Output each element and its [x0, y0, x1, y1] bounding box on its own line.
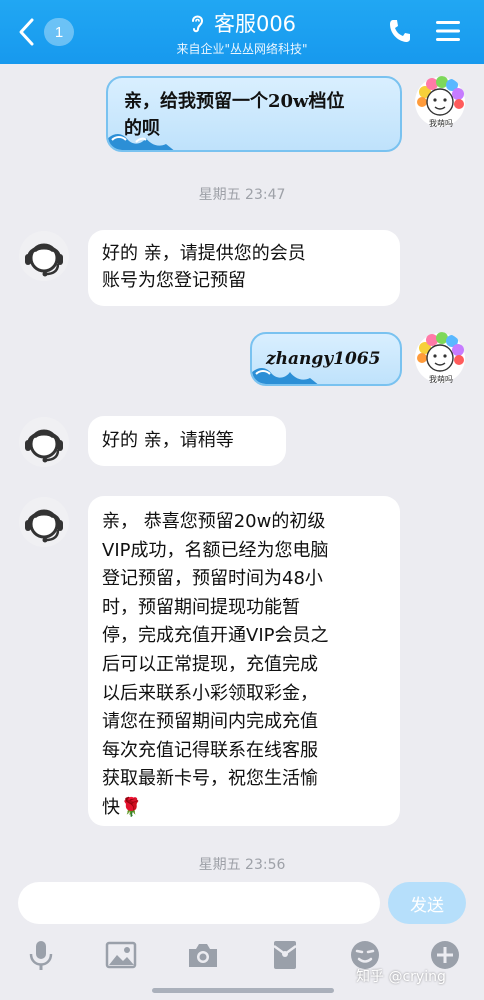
message-text-line: 好的 亲，请提供您的会员	[102, 243, 306, 264]
message-text-line: 后可以正常提现，充值完成	[102, 653, 318, 675]
timestamp: 星期五 23:56	[198, 857, 286, 873]
camera-icon[interactable]	[186, 938, 220, 972]
message-input[interactable]	[18, 882, 380, 924]
ear-icon	[191, 15, 203, 33]
message-bubble-outgoing[interactable]: 亲，给我预留一个20w档位 的呗	[106, 76, 402, 152]
message-text-line: 账号为您登记预留	[102, 270, 246, 291]
message-text-line: 停，完成充值开通VIP会员之	[102, 625, 329, 647]
image-icon[interactable]	[104, 938, 138, 972]
message-text-line: 亲， 恭喜您预留20w的初级	[102, 511, 326, 532]
microphone-icon[interactable]	[24, 938, 58, 972]
menu-icon[interactable]	[436, 20, 460, 42]
agent-avatar[interactable]	[18, 416, 70, 468]
message-text-line: 请您在预留期间内完成充值	[102, 711, 318, 733]
message-bubble-incoming[interactable]: 好的 亲，请提供您的会员 账号为您登记预留	[88, 230, 400, 306]
message-bubble-outgoing[interactable]: zhangy1065	[250, 332, 402, 386]
avatar-caption: 我萌吗	[429, 375, 453, 384]
avatar-caption: 我萌吗	[429, 119, 453, 128]
message-text-line: 获取最新卡号，祝您生活愉	[102, 768, 318, 790]
chat-title: 客服006	[213, 12, 297, 36]
watermark: 知乎 @crying	[356, 969, 446, 985]
red-packet-icon[interactable]	[268, 938, 302, 972]
message-text-line: 好的 亲，请稍等	[102, 430, 234, 451]
chat-header: 1 客服006 来自企业"丛丛网络科技"	[0, 0, 484, 64]
message-text-line: 以后来联系小彩领取彩金，	[102, 682, 318, 704]
message-text-line: 登记预留，预留时间为48小	[102, 568, 323, 590]
agent-avatar[interactable]	[18, 496, 70, 548]
send-button[interactable]: 发送	[388, 882, 466, 924]
message-bubble-incoming[interactable]: 亲， 恭喜您预留20w的初级 VIP成功，名额已经为您电脑 登记预留，预留时间为…	[88, 496, 400, 826]
wave-decoration-icon	[252, 368, 318, 384]
wave-decoration-icon	[108, 134, 174, 150]
message-text-line: 亲，给我预留一个20w档位	[124, 91, 345, 112]
agent-avatar[interactable]	[18, 230, 70, 282]
message-text-line: 快🌹	[102, 796, 143, 818]
message-text-line: 时，预留期间提现功能暂	[102, 596, 300, 618]
message-text-line: 每次充值记得联系在线客服	[102, 739, 318, 761]
home-indicator[interactable]	[152, 988, 334, 993]
phone-icon[interactable]	[388, 18, 412, 44]
message-text-line: VIP成功，名额已经为您电脑	[102, 539, 329, 561]
message-bubble-incoming[interactable]: 好的 亲，请稍等	[88, 416, 286, 466]
timestamp: 星期五 23:47	[198, 187, 286, 203]
